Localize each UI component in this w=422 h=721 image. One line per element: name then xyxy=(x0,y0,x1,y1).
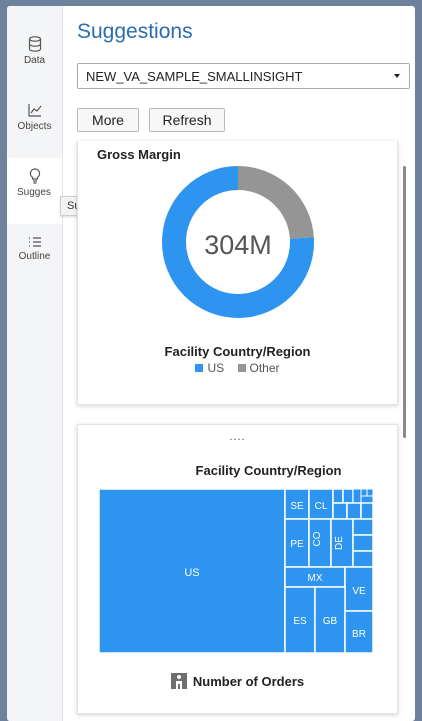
rail-label-objects: Objects xyxy=(17,121,52,132)
treemap-label-cl: CL xyxy=(315,501,328,512)
legend-swatch xyxy=(195,364,204,372)
line-chart-icon xyxy=(27,104,41,117)
legend-item-us: US xyxy=(195,361,227,375)
more-button[interactable]: More xyxy=(77,108,139,132)
donut-center-value: 304M xyxy=(204,230,272,260)
treemap-cell xyxy=(360,502,374,520)
suggestion-card-gross-margin[interactable]: Gross Margin 304M Facility Country/Regio… xyxy=(77,141,398,405)
donut-legend-title: Facility Country/Region xyxy=(164,344,311,359)
donut-chart: 304M xyxy=(162,166,314,318)
treemap-label-se: SE xyxy=(290,501,304,512)
legend-label: US xyxy=(207,361,225,375)
treemap-cell xyxy=(352,518,374,536)
left-rail: Data Objects Sugges Outline xyxy=(7,6,63,721)
treemap-cell xyxy=(332,502,348,520)
treemap-label-us: US xyxy=(184,567,199,579)
treemap-title: Facility Country/Region xyxy=(195,463,342,478)
rail-item-outline[interactable]: Outline xyxy=(7,236,62,262)
treemap-label-mx: MX xyxy=(308,573,323,584)
treemap-cell xyxy=(352,534,374,552)
person-icon xyxy=(170,673,187,689)
refresh-button[interactable]: Refresh xyxy=(149,108,225,132)
panel-title: Suggestions xyxy=(77,20,193,43)
treemap-cell xyxy=(332,489,344,504)
size-measure-label: Number of Orders xyxy=(192,674,305,689)
rail-label-outline: Outline xyxy=(18,251,51,262)
treemap-label-gb: GB xyxy=(323,616,338,627)
donut-legend: US Other xyxy=(78,361,397,375)
rail-item-objects[interactable]: Objects xyxy=(7,102,62,132)
treemap-cell xyxy=(366,489,374,497)
card-title: Gross Margin xyxy=(97,147,181,162)
treemap-cell xyxy=(346,502,362,520)
list-icon xyxy=(28,237,41,247)
legend-swatch xyxy=(237,364,246,372)
rail-item-data[interactable]: Data xyxy=(7,36,62,66)
treemap-label-co: CO xyxy=(312,531,323,546)
treemap-cell xyxy=(360,489,368,497)
treemap-label-de: DE xyxy=(334,536,345,550)
data-source-select[interactable]: NEW_VA_SAMPLE_SMALLINSIGHT xyxy=(77,63,410,89)
card-menu-icon[interactable]: .... xyxy=(78,431,397,443)
legend-label: Other xyxy=(249,361,280,375)
treemap-label-es: ES xyxy=(293,616,307,627)
rail-label-suggestions: Sugges xyxy=(17,187,51,198)
legend-item-other: Other xyxy=(237,361,280,375)
treemap-label-br: BR xyxy=(352,629,366,640)
app-window: Data Objects Sugges Outline Suggestions … xyxy=(7,6,415,721)
treemap-chart: US SE CL PE CO DE MX VE ES GB BR xyxy=(99,489,374,653)
treemap-cell xyxy=(342,489,354,504)
treemap-label-pe: PE xyxy=(290,539,304,550)
treemap-cell xyxy=(352,489,362,504)
rail-item-suggestions[interactable]: Sugges xyxy=(7,158,62,224)
chevron-down-icon xyxy=(394,74,400,78)
treemap-cell xyxy=(360,495,374,504)
treemap-label-ve: VE xyxy=(352,586,366,597)
data-source-value: NEW_VA_SAMPLE_SMALLINSIGHT xyxy=(86,69,303,84)
database-icon xyxy=(28,36,41,52)
treemap-size-legend: Number of Orders xyxy=(78,673,397,689)
suggestion-card-treemap[interactable]: .... Facility Country/Region US SE CL PE… xyxy=(77,424,398,714)
rail-label-data: Data xyxy=(23,55,46,66)
treemap-cell xyxy=(352,550,374,568)
scrollbar[interactable] xyxy=(403,166,406,438)
lightbulb-icon xyxy=(29,168,40,184)
